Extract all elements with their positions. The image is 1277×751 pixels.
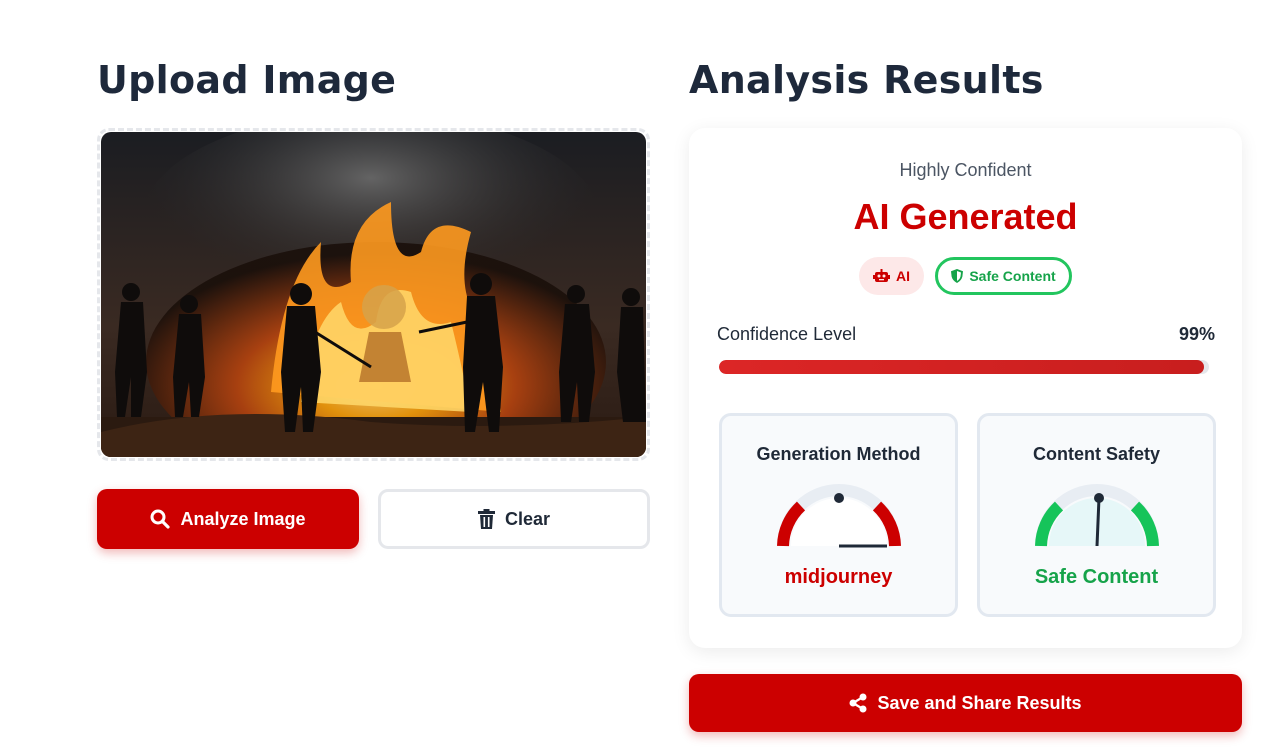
confidence-value: 99%	[1178, 324, 1215, 344]
confidence-row: Confidence Level 99%	[717, 324, 1215, 345]
generation-method-value: midjourney	[784, 566, 893, 588]
generation-method-gauge	[777, 484, 901, 548]
shield-icon	[951, 269, 964, 283]
confidence-caption: Highly Confident	[899, 160, 1032, 180]
content-safety-gauge	[1035, 484, 1159, 547]
results-card: Highly Confident AI Generated AI Safe Co…	[689, 128, 1242, 648]
content-safety-value: Safe Content	[1034, 566, 1159, 588]
save-and-share-label: Save and Share Results	[877, 692, 1082, 713]
save-and-share-button[interactable]: Save and Share Results	[689, 674, 1242, 732]
analyze-image-button[interactable]: Analyze Image	[97, 489, 359, 549]
robot-icon	[873, 269, 890, 283]
uploaded-image-preview	[101, 132, 646, 457]
upload-heading: Upload Image	[97, 58, 397, 102]
image-dropzone[interactable]	[97, 128, 650, 461]
trash-icon	[477, 509, 495, 529]
analyze-image-label: Analyze Image	[180, 508, 306, 529]
generation-method-card: Generation Method midjourney	[719, 413, 958, 617]
confidence-label: Confidence Level	[717, 324, 857, 344]
clear-label: Clear	[504, 508, 551, 529]
result-badges: AI Safe Content	[689, 257, 1242, 295]
ai-badge-label: AI	[896, 268, 910, 284]
confidence-progress-bar	[719, 360, 1209, 374]
share-icon	[849, 693, 867, 713]
safe-content-badge: Safe Content	[935, 257, 1072, 295]
clear-button[interactable]: Clear	[378, 489, 650, 549]
content-safety-title: Content Safety	[1032, 444, 1160, 464]
generation-method-title: Generation Method	[756, 444, 921, 464]
ai-badge: AI	[859, 257, 924, 295]
verdict-title: AI Generated	[853, 196, 1078, 237]
content-safety-card: Content Safety Safe Content	[977, 413, 1216, 617]
safe-content-badge-label: Safe Content	[969, 268, 1056, 284]
results-heading: Analysis Results	[689, 58, 1044, 102]
search-icon	[150, 509, 171, 529]
confidence-progress-fill	[719, 360, 1205, 374]
